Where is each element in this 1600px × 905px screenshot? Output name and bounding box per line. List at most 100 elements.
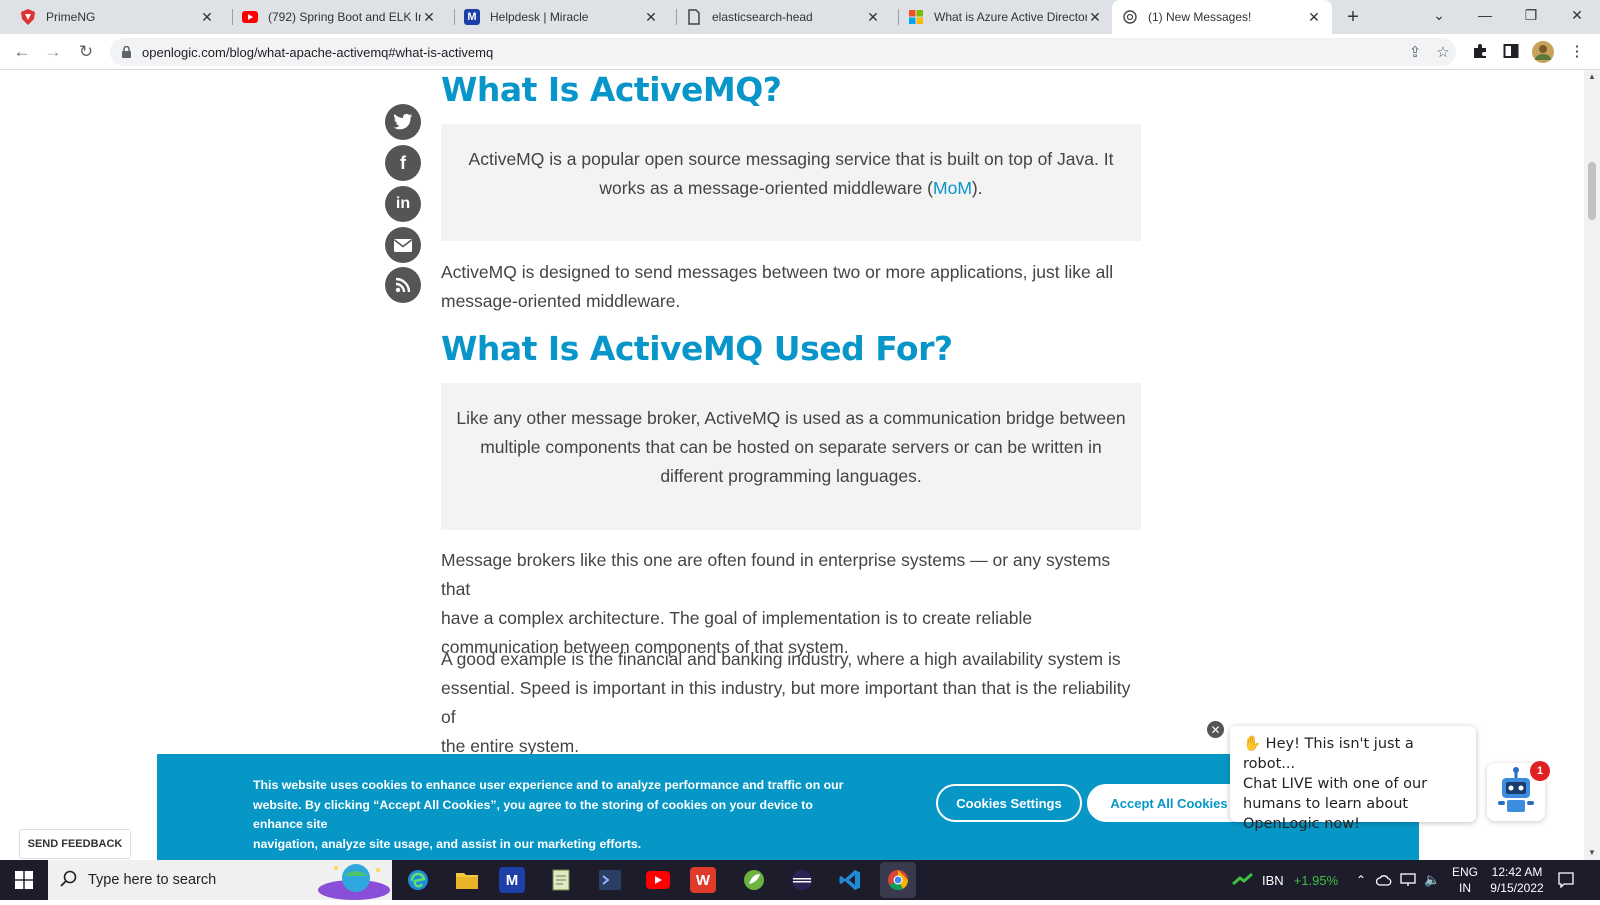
mom-link[interactable]: MoM [933,178,972,198]
accept-all-cookies-button[interactable]: Accept All Cookies [1087,784,1251,822]
notifications-icon[interactable] [1558,860,1574,900]
reload-icon[interactable]: ↻ [74,40,98,64]
tab-title: PrimeNG [46,10,96,24]
send-feedback-button[interactable]: SEND FEEDBACK [19,829,131,859]
file-explorer-icon[interactable] [451,864,483,896]
tab-primeng[interactable]: PrimeNG ✕ [10,0,225,34]
volume-icon[interactable]: 🔈 [1424,860,1440,900]
page-icon [686,9,702,25]
rss-share-icon[interactable] [385,267,421,303]
forward-arrow-icon[interactable]: → [41,40,65,64]
close-icon[interactable]: ✕ [865,9,881,26]
close-icon[interactable]: ✕ [1306,9,1322,26]
scroll-down-icon[interactable]: ▼ [1588,848,1596,857]
url-text: openlogic.com/blog/what-apache-activemq#… [142,45,494,60]
onedrive-cloud-icon[interactable] [1376,860,1392,900]
tab-youtube[interactable]: (792) Spring Boot and ELK Int ✕ [232,0,447,34]
minimize-icon[interactable]: — [1462,0,1508,30]
callout-text: Like any other message broker, ActiveMQ … [456,408,1126,428]
lang-region: IN [1459,881,1471,895]
side-panel-icon[interactable] [1502,43,1520,61]
scrollbar-thumb[interactable] [1588,162,1596,220]
browser-toolbar: ← → ↻ openlogic.com/blog/what-apache-act… [0,34,1600,70]
waving-hand-icon: ✋ [1243,736,1262,752]
tab-title: elasticsearch-head [712,10,813,24]
vscode-icon[interactable] [834,864,866,896]
tab-elasticsearch[interactable]: elasticsearch-head ✕ [676,0,891,34]
page-scrollbar[interactable]: ▲ ▼ [1584,70,1600,860]
bookmark-star-icon[interactable]: ☆ [1434,44,1452,62]
chat-message-bubble[interactable]: ✋ Hey! This isn't just a robot... Chat L… [1230,726,1476,832]
tab-search-chevron-icon[interactable]: ⌄ [1416,0,1462,30]
show-hidden-icons-chevron-icon[interactable]: ⌃ [1356,860,1366,900]
stock-widget[interactable]: IBN +1.95% [1232,860,1338,900]
callout-text: ActiveMQ is a popular open source messag… [468,149,1114,169]
twitter-share-icon[interactable] [385,104,421,140]
heading-activemq-used-for: What Is ActiveMQ Used For? [441,329,953,368]
youtube-app-icon[interactable] [642,864,674,896]
windows-taskbar: Type here to search M W IBN +1.95% ⌃ 🔈 E… [0,860,1600,900]
clock-date: 9/15/2022 [1490,881,1544,895]
close-icon[interactable]: ✕ [421,9,437,26]
stock-trend-icon [1232,872,1254,889]
callout-box: ActiveMQ is a popular open source messag… [441,124,1141,241]
cookie-text: This website uses cookies to enhance use… [253,778,844,851]
callout-text: different programming languages. [660,466,922,486]
search-placeholder: Type here to search [88,872,217,888]
back-arrow-icon[interactable]: ← [10,40,34,64]
tab-title: (1) New Messages! [1148,10,1252,24]
clock-time: 12:42 AM [1491,865,1543,879]
chrome-icon[interactable] [880,862,916,898]
network-icon[interactable] [1400,860,1416,900]
heading-what-is-activemq: What Is ActiveMQ? [441,70,782,109]
callout-text: multiple components that can be hosted o… [480,437,1102,457]
stock-change: +1.95% [1293,872,1339,888]
callout-text: works as a message-oriented middleware (… [599,178,983,198]
menu-kebab-icon[interactable]: ⋮ [1568,43,1586,61]
language-indicator[interactable]: ENG IN [1452,860,1478,900]
callout-box: Like any other message broker, ActiveMQ … [441,383,1141,530]
miracle-app-icon[interactable]: M [499,867,525,893]
spring-tool-icon[interactable] [738,864,770,896]
paragraph: ActiveMQ is designed to send messages be… [441,262,1114,311]
share-icon[interactable]: ⇪ [1406,44,1424,62]
terminal-app-icon[interactable] [594,864,626,896]
restore-icon[interactable]: ❐ [1508,0,1554,30]
facebook-share-icon[interactable]: f [385,145,421,181]
tab-strip: PrimeNG ✕ (792) Spring Boot and ELK Int … [0,0,1600,34]
cookies-settings-button[interactable]: Cookies Settings [936,784,1082,822]
address-bar[interactable]: openlogic.com/blog/what-apache-activemq#… [110,38,1456,66]
tab-title: What is Azure Active Director [934,10,1087,24]
close-icon[interactable]: ✕ [643,9,659,26]
chat-unread-badge: 1 [1530,761,1550,781]
eclipse-icon[interactable] [786,864,818,896]
tab-azure[interactable]: What is Azure Active Director ✕ [898,0,1113,34]
edge-browser-icon[interactable] [402,864,434,896]
clock[interactable]: 12:42 AM 9/15/2022 [1486,860,1548,900]
taskbar-search-input[interactable]: Type here to search [48,860,392,900]
linkedin-share-icon[interactable]: in [385,186,421,222]
tab-new-messages[interactable]: (1) New Messages! ✕ [1112,0,1332,34]
windows-start-icon[interactable] [8,864,40,896]
miracle-m-icon: M [464,9,480,25]
close-icon[interactable]: ✕ [199,9,215,26]
extensions-puzzle-icon[interactable] [1471,43,1489,61]
wps-office-icon[interactable]: W [690,867,716,893]
tab-helpdesk[interactable]: M Helpdesk | Miracle ✕ [454,0,669,34]
search-icon [60,870,78,893]
shield-icon [20,9,36,25]
youtube-icon [242,9,258,25]
new-tab-plus-icon[interactable]: + [1340,4,1366,30]
profile-avatar[interactable] [1532,41,1554,63]
close-icon[interactable]: ✕ [1087,9,1103,26]
email-share-icon[interactable] [385,227,421,263]
tab-title: Helpdesk | Miracle [490,10,589,24]
paragraph: A good example is the financial and bank… [441,649,1131,756]
chat-close-icon[interactable]: ✕ [1206,720,1225,739]
scroll-up-icon[interactable]: ▲ [1588,72,1596,81]
window-close-icon[interactable]: ✕ [1554,0,1600,30]
globe-icon [1122,9,1138,25]
lang-primary: ENG [1452,865,1479,879]
search-highlight-image [316,860,392,905]
notepad-plus-icon[interactable] [546,864,578,896]
